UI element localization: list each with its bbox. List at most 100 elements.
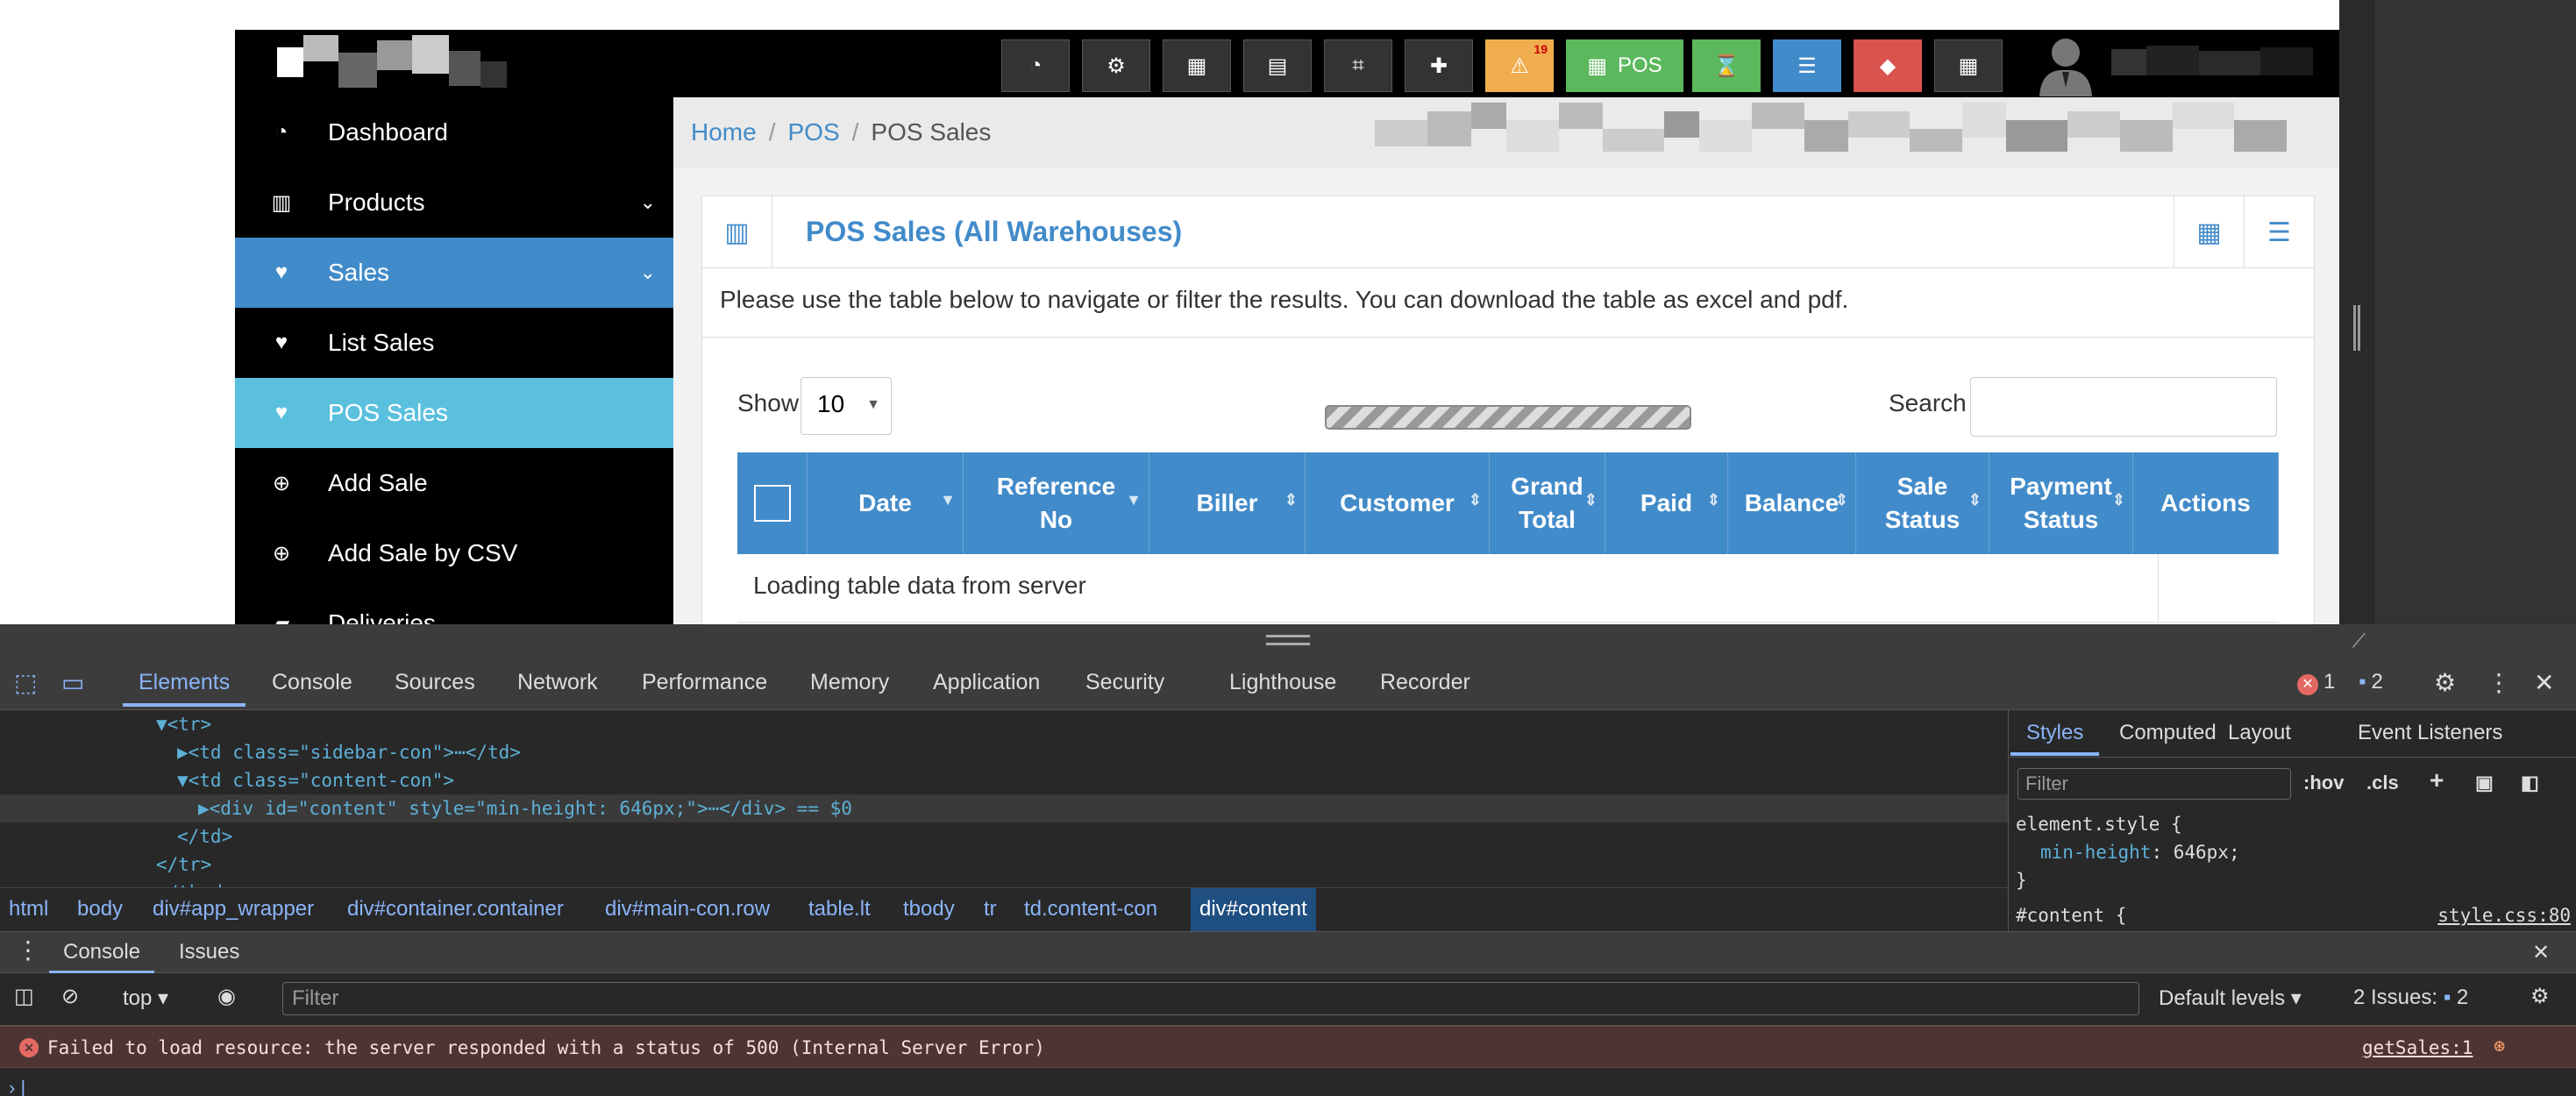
devtools-tab-memory[interactable]: Memory [810,670,889,695]
css3-button[interactable]: ⌗ [1324,39,1392,92]
drawer-tab-console[interactable]: Console [48,940,155,974]
search-input[interactable] [1970,377,2277,437]
column-header-payment-status[interactable]: Payment Status ⇕ [1989,452,2133,554]
viewport-resize-handle[interactable] [2353,305,2360,351]
sidebar-item-sales[interactable]: ♥ Sales ⌄ [235,238,673,308]
issue-counter[interactable]: ▪ 2 [2359,670,2383,694]
clear-console-icon[interactable]: ⊘ [61,984,79,1009]
network-request-icon[interactable]: ⊛ [2494,1036,2505,1057]
paint-brush-icon[interactable]: ▣ [2475,772,2494,794]
device-toolbar-icon[interactable]: ▭ [61,668,84,697]
cogs-button[interactable]: ⚙ [1082,39,1150,92]
console-sidebar-icon[interactable]: ◫ [14,984,34,1009]
live-expression-eye-icon[interactable]: ◉ [217,984,236,1009]
new-rule-icon[interactable]: + [2430,766,2444,794]
dom-node[interactable]: </td> [0,822,2008,850]
more-options-icon[interactable]: ⋮ [2487,668,2511,697]
breadcrumb-home[interactable]: Home [691,118,757,146]
devtools-resizer[interactable]: ⟋ [0,624,2576,658]
calendar-button[interactable]: ▤ [1243,39,1312,92]
dom-breadcrumb-item[interactable]: tbody [903,897,955,922]
element-style-declaration[interactable]: min-height: 646px; [2040,842,2240,863]
alert-button[interactable]: ⚠ 19 [1485,39,1554,92]
dom-node[interactable]: ▼<td class="content-con"> [0,766,2008,794]
stylesheet-link[interactable]: style.css:80 [2437,905,2571,926]
devtools-tab-recorder[interactable]: Recorder [1380,670,1470,695]
context-select[interactable]: top ▾ [123,986,168,1011]
column-header-reference-no[interactable]: Reference No ▼ [964,452,1149,554]
drawer-close-icon[interactable]: ✕ [2532,940,2550,965]
dom-breadcrumb-item[interactable]: div#app_wrapper [153,897,314,922]
resize-corner-icon[interactable]: ⟋ [2352,630,2366,652]
sidebar-item-add-sale-by-csv[interactable]: ⊕ Add Sale by CSV [235,518,673,588]
hover-state-toggle[interactable]: :hov [2303,772,2344,794]
dom-breadcrumb-item[interactable]: div#container.container [347,897,564,922]
devtools-tab-network[interactable]: Network [517,670,598,695]
issues-link[interactable]: 2 Issues: ▪ 2 [2353,986,2468,1010]
column-header-paid[interactable]: Paid ⇕ [1605,452,1728,554]
dom-node[interactable]: ▶<td class="sidebar-con">⋯</td> [0,738,2008,766]
dom-breadcrumb-item[interactable]: div#main-con.row [605,897,770,922]
dom-breadcrumb-item[interactable]: div#content [1191,888,1316,932]
devtools-tab-application[interactable]: Application [933,670,1040,695]
devtools-tab-elements[interactable]: Elements [122,670,246,707]
sidebar-item-deliveries[interactable]: ▰ Deliveries [235,588,673,624]
list-button[interactable]: ☰ [1773,39,1841,92]
breadcrumb-pos[interactable]: POS [787,118,839,146]
class-toggle[interactable]: .cls [2366,772,2399,794]
styles-tab-computed[interactable]: Computed [2119,721,2217,745]
calculator-button[interactable]: ▦ [1163,39,1231,92]
devtools-tab-security[interactable]: Security [1085,670,1164,695]
dom-node[interactable]: ▶<div id="content" style="min-height: 64… [0,794,2008,822]
select-all-checkbox-cell[interactable] [737,452,808,554]
warehouse-filter-button[interactable]: ▦ [2174,196,2244,268]
drawer-tab-issues[interactable]: Issues [179,940,239,964]
inspect-element-icon[interactable]: ⬚ [14,668,37,697]
drag-handle-icon[interactable] [1266,635,1310,645]
dom-breadcrumb-item[interactable]: tr [984,897,997,922]
settings-gear-icon[interactable]: ⚙ [2434,668,2456,697]
column-header-balance[interactable]: Balance ⇕ [1728,452,1856,554]
styles-tab-styles[interactable]: Styles [2010,721,2100,756]
eraser-button[interactable]: ◆ [1854,39,1922,92]
console-filter-input[interactable]: Filter [282,982,2139,1015]
user-avatar[interactable] [2032,33,2099,96]
dom-breadcrumb-item[interactable]: td.content-con [1024,897,1157,922]
dom-node[interactable]: </tr> [0,850,2008,879]
log-levels-select[interactable]: Default levels ▾ [2159,986,2302,1011]
column-header-sale-status[interactable]: Sale Status ⇕ [1856,452,1989,554]
devtools-tab-performance[interactable]: Performance [642,670,767,695]
console-settings-icon[interactable]: ⚙ [2530,984,2550,1009]
console-prompt[interactable]: › | [9,1077,25,1096]
sidebar-item-add-sale[interactable]: ⊕ Add Sale [235,448,673,518]
styles-tab-event-listeners[interactable]: Event Listeners [2358,721,2502,745]
column-header-customer[interactable]: Customer ⇕ [1306,452,1490,554]
uk-flag-button[interactable]: ✚ [1405,39,1473,92]
column-header-biller[interactable]: Biller ⇕ [1149,452,1306,554]
select-all-checkbox[interactable] [753,485,791,522]
column-header-actions[interactable]: Actions [2133,452,2279,554]
styles-filter-input[interactable]: Filter [2017,768,2291,800]
column-header-date[interactable]: Date ▼ [808,452,964,554]
devtools-tab-sources[interactable]: Sources [395,670,475,695]
devtools-tab-console[interactable]: Console [272,670,352,695]
user-name[interactable] [2111,46,2322,79]
grid-button[interactable]: ▦ [1934,39,2003,92]
dom-node[interactable]: ▼<tr> [0,710,2008,738]
error-source-link[interactable]: getSales:1 [2362,1037,2473,1058]
error-counter[interactable]: ✕ 1 [2297,670,2335,695]
sidebar-item-products[interactable]: ▥ Products ⌄ [235,167,673,238]
sidebar-toggle-icon[interactable]: ◧ [2521,772,2539,794]
sidebar-item-list-sales[interactable]: ♥ List Sales [235,308,673,378]
dom-breadcrumb-item[interactable]: table.lt [808,897,871,922]
close-icon[interactable]: ✕ [2534,668,2554,697]
page-length-select[interactable]: 10 ▼ [801,377,892,435]
sidebar-item-pos-sales[interactable]: ♥ POS Sales [235,378,673,448]
sidebar-item-dashboard[interactable]: ◔ Dashboard [235,97,673,167]
actions-menu-button[interactable]: ☰ [2244,196,2314,268]
column-header-grand-total[interactable]: Grand Total ⇕ [1490,452,1605,554]
dom-breadcrumb-item[interactable]: body [77,897,123,922]
hourglass-button[interactable]: ⌛ [1692,39,1761,92]
devtools-tab-lighthouse[interactable]: Lighthouse [1229,670,1336,695]
drawer-menu-icon[interactable]: ⋮ [16,936,40,964]
